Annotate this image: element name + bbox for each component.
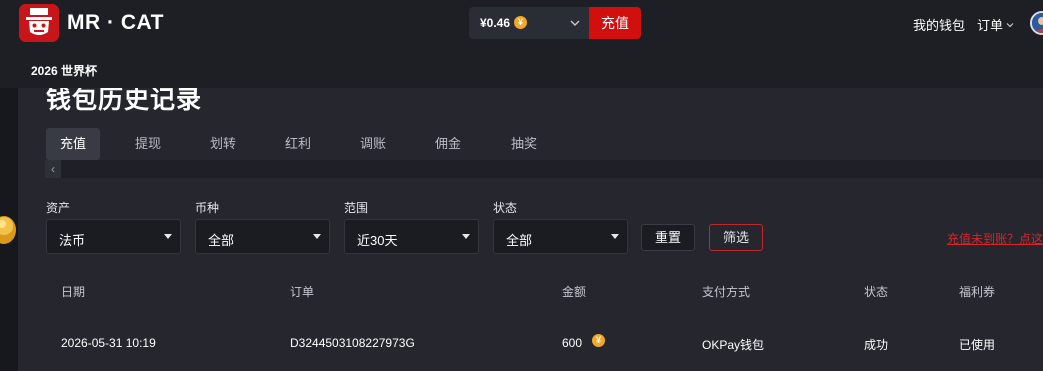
yen-coin-icon: ¥ (514, 16, 527, 29)
brand-name[interactable]: MR · CAT (67, 11, 164, 35)
tab-recharge[interactable]: 充值 (46, 128, 100, 160)
column-header-status: 状态 (864, 285, 889, 299)
chevron-left-icon[interactable]: ‹ (45, 160, 61, 178)
my-wallet-link[interactable]: 我的钱包 (913, 15, 965, 34)
currency-value: 全部 (208, 233, 235, 248)
tab-commission[interactable]: 佣金 (422, 128, 474, 160)
row-amount: 600 (562, 336, 583, 350)
yen-coin-icon: ¥ (592, 334, 605, 347)
gold-decoration-icon (0, 212, 18, 250)
row-date: 2026-05-31 10:19 (61, 336, 156, 350)
row-status: 成功 (864, 338, 889, 352)
tab-scrollbar[interactable]: ‹ (45, 160, 1043, 178)
balance-dropdown[interactable]: ¥0.46 ¥ (469, 7, 589, 39)
column-header-payment: 支付方式 (702, 285, 751, 299)
caret-down-icon (313, 234, 321, 239)
column-header-date: 日期 (61, 285, 86, 299)
page-title: 钱包历史记录 (46, 88, 203, 114)
asset-select[interactable]: 法币 (46, 219, 181, 254)
secondary-nav: 2026 世界杯 (0, 46, 1043, 88)
tab-bonus[interactable]: 红利 (272, 128, 324, 160)
chevron-down-icon (569, 16, 581, 34)
top-bar: MR · CAT ¥0.46 ¥ 充值 我的钱包 订单 (0, 0, 1043, 46)
filter-button[interactable]: 筛选 (709, 224, 763, 251)
tab-lottery[interactable]: 抽奖 (498, 128, 550, 160)
column-header-order: 订单 (290, 285, 315, 299)
caret-down-icon (462, 234, 470, 239)
left-sidebar-edge (0, 88, 18, 371)
recharge-button[interactable]: 充值 (589, 7, 641, 39)
row-order[interactable]: D3244503108227973G (290, 336, 415, 350)
asset-value: 法币 (59, 233, 86, 248)
row-payment: OKPay钱包 (702, 338, 765, 352)
status-label: 状态 (493, 201, 518, 215)
nav-item-world-cup[interactable]: 2026 世界杯 (31, 62, 97, 79)
avatar[interactable] (1030, 11, 1043, 35)
chevron-down-icon[interactable] (1005, 17, 1015, 35)
tab-transfer[interactable]: 划转 (197, 128, 249, 160)
column-header-amount: 金额 (562, 285, 587, 299)
range-select[interactable]: 近30天 (344, 219, 479, 254)
main-panel: 钱包历史记录 充值 提现 划转 红利 调账 佣金 抽奖 ‹ 资产 法币 币种 全… (18, 88, 1043, 371)
reset-button[interactable]: 重置 (641, 224, 695, 251)
status-select[interactable]: 全部 (493, 219, 628, 254)
caret-down-icon (164, 234, 172, 239)
column-header-voucher: 福利券 (959, 285, 996, 299)
orders-menu[interactable]: 订单 (977, 15, 1003, 34)
status-value: 全部 (506, 233, 533, 248)
balance-amount: ¥0.46 (480, 16, 511, 30)
tab-adjustment[interactable]: 调账 (347, 128, 399, 160)
tophat-cat-logo[interactable] (19, 4, 59, 42)
row-voucher: 已使用 (959, 338, 996, 352)
range-label: 范围 (344, 201, 369, 215)
range-value: 近30天 (357, 233, 398, 248)
asset-label: 资产 (46, 201, 71, 215)
tab-withdraw[interactable]: 提现 (122, 128, 174, 160)
currency-select[interactable]: 全部 (195, 219, 330, 254)
currency-label: 币种 (195, 201, 220, 215)
deposit-missing-link[interactable]: 充值未到账？点这 (947, 230, 1043, 247)
caret-down-icon (611, 234, 619, 239)
